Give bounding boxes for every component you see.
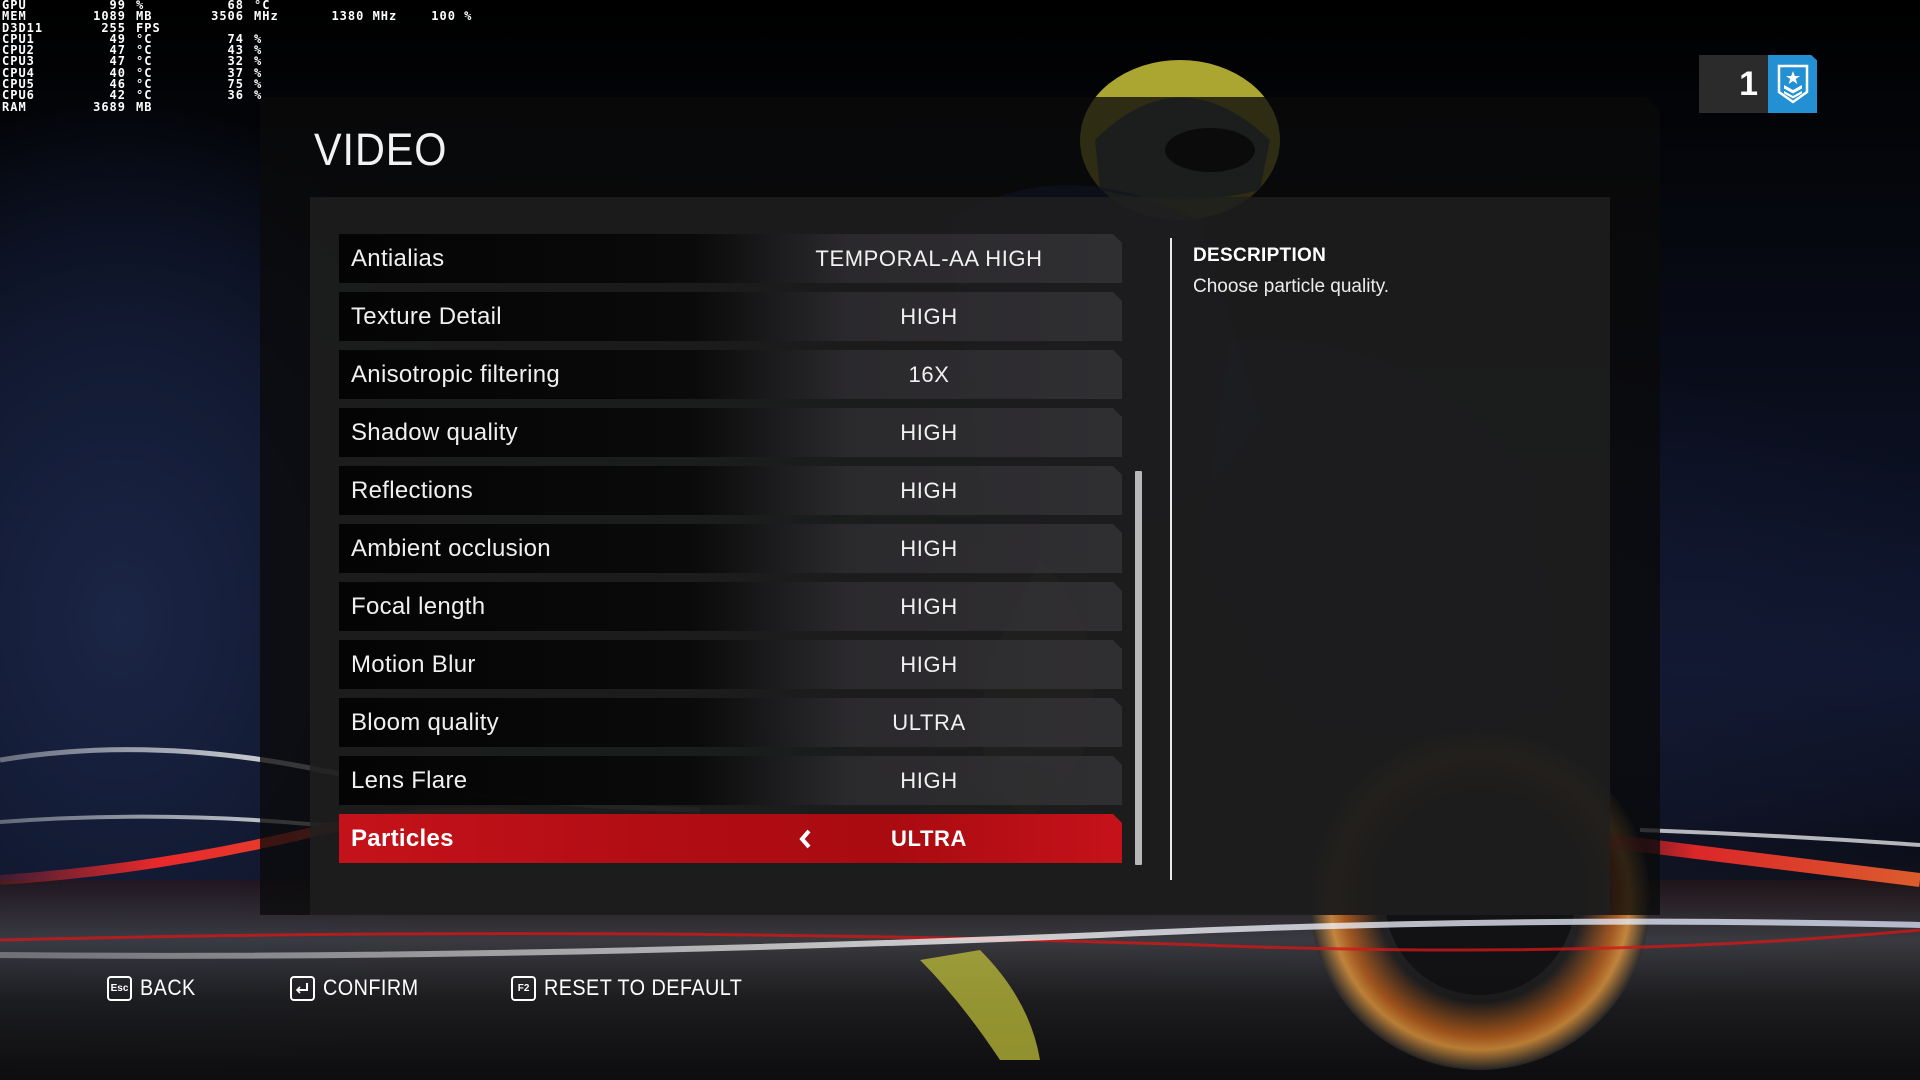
osd-row: RAM 3689 MB: [2, 99, 294, 114]
reset-to-default-label: RESET TO DEFAULT: [544, 975, 743, 1000]
page-title: VIDEO: [314, 124, 448, 175]
f2-key-icon: F2: [511, 975, 537, 1001]
osd-u2: [254, 102, 294, 113]
esc-key-icon: Esc: [107, 975, 132, 1001]
chevron-left-icon[interactable]: [794, 828, 816, 850]
back-label: BACK: [140, 975, 196, 1000]
setting-value-text: ULTRA: [891, 825, 967, 851]
scrollbar[interactable]: [1135, 471, 1142, 865]
setting-row-texture-detail[interactable]: Texture Detail HIGH: [339, 292, 1122, 341]
osd-v2: [176, 102, 254, 113]
setting-row-bloom-quality[interactable]: Bloom quality ULTRA: [339, 698, 1122, 747]
setting-label: Shadow quality: [351, 418, 518, 446]
setting-label: Lens Flare: [351, 766, 468, 794]
setting-label: Texture Detail: [351, 302, 502, 330]
reset-to-default-button[interactable]: F2 RESET TO DEFAULT: [511, 975, 764, 1001]
setting-label: Focal length: [351, 592, 486, 620]
footer-controls: Esc BACK CONFIRM F2 RESET TO DEFAULT: [107, 975, 798, 1001]
setting-value-text: HIGH: [900, 419, 958, 445]
setting-row-ambient-occlusion[interactable]: Ambient occlusion HIGH: [339, 524, 1122, 573]
confirm-label: CONFIRM: [322, 975, 419, 1000]
confirm-button[interactable]: CONFIRM: [289, 975, 429, 1001]
setting-row-lens-flare[interactable]: Lens Flare HIGH: [339, 756, 1122, 805]
setting-value-text: HIGH: [900, 477, 958, 503]
setting-label: Motion Blur: [351, 650, 476, 678]
setting-value-text: HIGH: [900, 651, 958, 677]
osd-v2: 3506: [211, 9, 244, 24]
setting-value-text: HIGH: [900, 767, 958, 793]
back-button[interactable]: Esc BACK: [107, 975, 202, 1001]
streak-white-4: [1639, 828, 1920, 847]
setting-row-shadow-quality[interactable]: Shadow quality HIGH: [339, 408, 1122, 457]
setting-label: Particles: [351, 824, 454, 852]
gpu-power: 100 %: [431, 9, 473, 24]
setting-value-text: TEMPORAL-AA HIGH: [815, 245, 1043, 271]
rank-badge[interactable]: 1: [1699, 55, 1817, 113]
description-divider: [1170, 238, 1172, 880]
osd-u2: %: [254, 88, 263, 103]
osd-u2: MHz: [254, 9, 279, 24]
setting-row-antialias[interactable]: Antialias TEMPORAL-AA HIGH: [339, 234, 1122, 283]
osd-label: RAM: [2, 99, 27, 114]
enter-key-icon: [289, 975, 315, 1001]
setting-label: Reflections: [351, 476, 474, 504]
setting-row-anisotropic-filtering[interactable]: Anisotropic filtering 16X: [339, 350, 1122, 399]
osd-u1: MB: [136, 99, 153, 114]
osd-v1: 3689: [93, 99, 126, 114]
setting-row-focal-length[interactable]: Focal length HIGH: [339, 582, 1122, 631]
osd-v2: 36: [227, 88, 244, 103]
setting-row-motion-blur[interactable]: Motion Blur HIGH: [339, 640, 1122, 689]
setting-label: Antialias: [351, 244, 445, 272]
setting-label: Anisotropic filtering: [351, 360, 561, 388]
setting-value-text: ULTRA: [892, 709, 966, 735]
setting-value-text: 16X: [908, 361, 950, 387]
setting-label: Ambient occlusion: [351, 534, 551, 562]
setting-row-particles[interactable]: Particles ULTRA: [339, 814, 1122, 863]
settings-list: Antialias TEMPORAL-AA HIGH Texture Detail H…: [339, 234, 1122, 872]
rider-boot: [920, 950, 1040, 1060]
performance-overlay-extra: 1380 MHz 100 %: [315, 0, 506, 22]
setting-value-text: HIGH: [900, 535, 958, 561]
rank-number: 1: [1699, 55, 1768, 113]
setting-row-reflections[interactable]: Reflections HIGH: [339, 466, 1122, 515]
description-heading: DESCRIPTION: [1193, 245, 1327, 266]
gpu-clock: 1380 MHz: [331, 9, 398, 24]
chevron-rank-star-icon: [1768, 55, 1817, 113]
setting-value-text: HIGH: [900, 303, 958, 329]
setting-value-text: HIGH: [900, 593, 958, 619]
setting-label: Bloom quality: [351, 708, 499, 736]
description-text: Choose particle quality.: [1193, 276, 1390, 297]
performance-overlay: GPU 99% 68 °C MEM 1089 MB 3506 MHz D3D11 255 FPS CPU…: [2, 0, 294, 113]
